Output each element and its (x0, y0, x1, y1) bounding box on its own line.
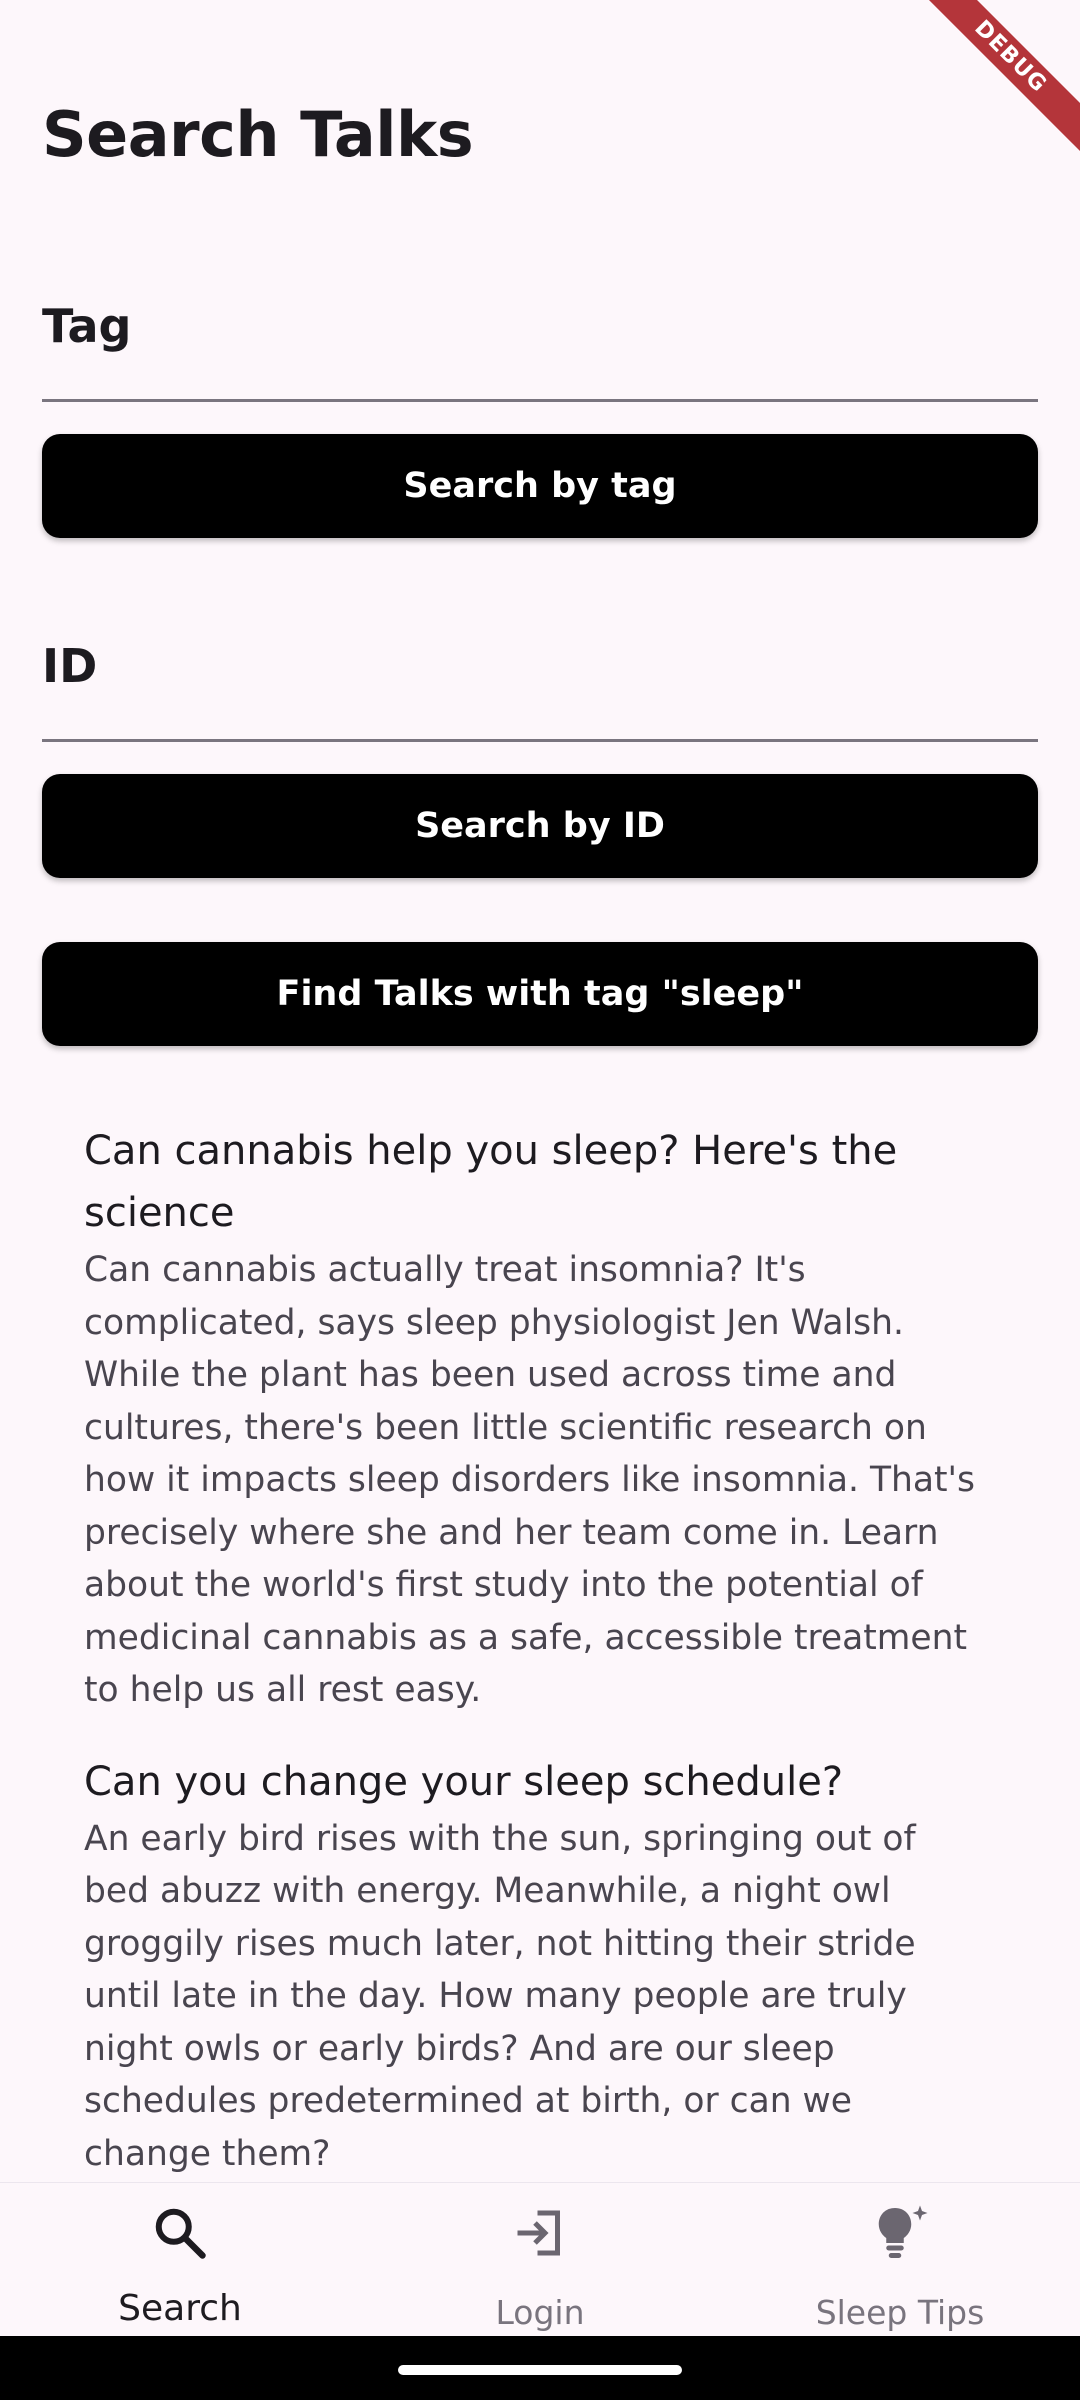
results-list: Can cannabis help you sleep? Here's the … (84, 1120, 984, 2214)
find-sleep-talks-button[interactable]: Find Talks with tag "sleep" (42, 942, 1038, 1046)
nav-label-login: Login (495, 2293, 585, 2332)
talk-title: Can you change your sleep schedule? (84, 1758, 844, 1805)
talk-description: Can cannabis actually treat insomnia? It… (84, 1250, 976, 1710)
search-by-tag-button[interactable]: Search by tag (42, 434, 1038, 538)
lightbulb-icon (878, 2205, 928, 2258)
list-item: Can cannabis help you sleep? Here's the … (84, 1120, 984, 1717)
nav-item-login[interactable]: Login (360, 2183, 720, 2337)
tag-field[interactable]: Tag (42, 292, 1038, 402)
bottom-navigation: Search Login Sleep Tips (0, 2182, 1080, 2337)
debug-label: DEBUG (920, 0, 1080, 154)
list-item: Can you change your sleep schedule? An e… (84, 1751, 984, 2181)
search-by-id-button[interactable]: Search by ID (42, 774, 1038, 878)
home-indicator[interactable] (398, 2365, 682, 2375)
search-icon (155, 2208, 206, 2259)
tag-field-underline (42, 399, 1038, 402)
id-field-underline (42, 739, 1038, 742)
id-field[interactable]: ID (42, 632, 1038, 742)
page-title: Search Talks (42, 98, 474, 171)
nav-label-search: Search (118, 2288, 242, 2329)
talk-title: Can cannabis help you sleep? Here's the … (84, 1128, 898, 1236)
talk-description: An early bird rises with the sun, spring… (84, 1818, 916, 2174)
debug-banner: DEBUG (920, 0, 1080, 160)
nav-item-search[interactable]: Search (0, 2183, 360, 2337)
id-field-label: ID (42, 639, 98, 693)
login-icon (517, 2210, 560, 2256)
nav-item-sleep-tips[interactable]: Sleep Tips (720, 2183, 1080, 2337)
nav-label-sleep-tips: Sleep Tips (815, 2293, 985, 2332)
tag-field-label: Tag (42, 299, 132, 353)
